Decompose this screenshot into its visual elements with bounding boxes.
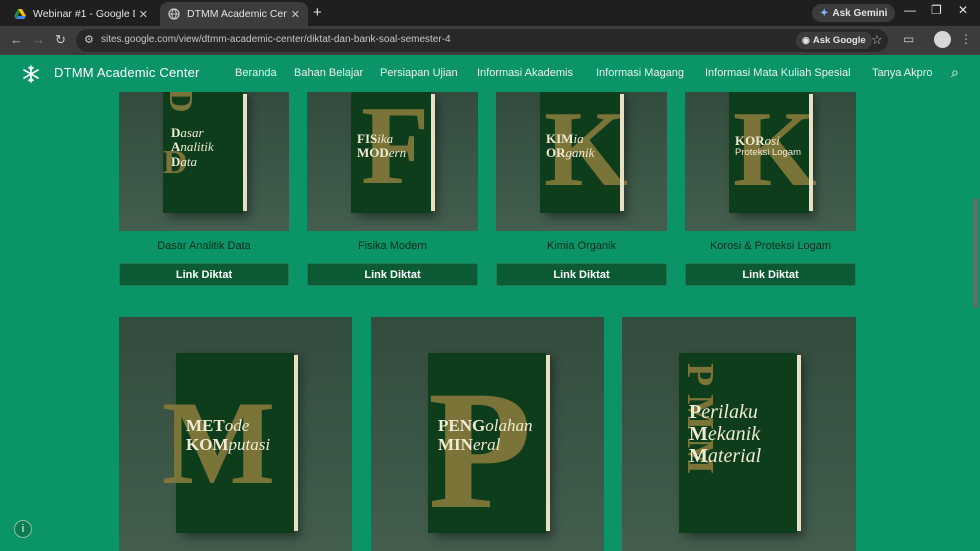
link-diktat-button[interactable]: Link Diktat [307,263,478,286]
tab-title: Webinar #1 - Google Drive [33,8,135,20]
book-caption: Korosi & Proteksi Logam [709,240,832,252]
cover-title: Perilaku Mekanik Material [689,401,762,467]
cover-title: METode KOMputasi [186,416,271,454]
browser-tab-strip: Webinar #1 - Google Drive ✕ DTMM Academi… [0,0,980,26]
nav-informasi-akademis[interactable]: Informasi Akademis [477,67,573,79]
nav-informasi-magang[interactable]: Informasi Magang [596,67,684,79]
cover-big-letter: D [162,92,199,107]
link-diktat-button[interactable]: Link Diktat [496,263,667,286]
book-image-metode-komputasi: M METode KOMputasi [119,317,352,551]
cover-title: KIMia ORganik [546,131,595,161]
profile-avatar[interactable] [934,31,951,48]
window-close-icon[interactable]: ✕ [958,3,968,17]
link-diktat-button[interactable]: Link Diktat [685,263,856,286]
back-arrow-icon[interactable]: ← [10,32,23,47]
info-icon[interactable]: i [14,520,32,538]
book-cover: M METode KOMputasi [162,353,298,533]
snowflake-logo-icon[interactable] [22,65,40,83]
lens-icon: ◉ [802,35,810,45]
link-diktat-button[interactable]: Link Diktat [119,263,289,286]
menu-kebab-icon[interactable]: ⋮ [960,32,972,46]
close-icon[interactable]: ✕ [139,8,148,21]
book-cover: F FISika MODern [351,92,435,213]
ask-gemini-button[interactable]: ✦ Ask Gemini [812,4,896,22]
site-title[interactable]: DTMM Academic Center [54,65,200,80]
address-bar[interactable]: ⚙ sites.google.com/view/dtmm-academic-ce… [76,29,888,52]
book-image-pengolahan-mineral: P PENGolahan MINeral [371,317,604,551]
url-text[interactable]: sites.google.com/view/dtmm-academic-cent… [101,34,451,45]
bookmark-star-icon[interactable]: ☆ [871,32,883,48]
nav-informasi-mata-kuliah-spesial[interactable]: Informasi Mata Kuliah Spesial [705,67,851,79]
nav-bahan-belajar[interactable]: Bahan Belajar [294,67,363,79]
book-image-dasar-analitik-data: D D Dasar Analitik Data [119,92,289,231]
book-image-perilaku-mekanik-material: PMM Perilaku Mekanik Material [622,317,856,551]
book-image-kimia-organik: K KIMia ORganik [496,92,667,231]
nav-persiapan-ujian[interactable]: Persiapan Ujian [380,67,458,79]
tab-google-drive[interactable]: Webinar #1 - Google Drive ✕ [6,2,156,26]
book-cover: D D Dasar Analitik Data [162,92,247,213]
minimize-icon[interactable]: — [904,3,916,17]
book-caption: Dasar Analitik Data [157,240,251,252]
scrollbar-track[interactable] [970,92,980,551]
gemini-sparkle-icon: ✦ [820,7,829,19]
forward-arrow-icon[interactable]: → [32,32,45,47]
book-cover: P PENGolahan MINeral [428,353,550,535]
book-caption: Kimia Organik [546,240,617,252]
book-cover: K KORosi Proteksi Logam [729,92,817,213]
tab-title: DTMM Academic Center - Diktat [187,8,287,20]
cover-title: PENGolahan MINeral [438,416,533,454]
maximize-icon[interactable]: ❐ [931,3,942,17]
scrollbar-thumb[interactable] [973,198,978,308]
book-cover: PMM Perilaku Mekanik Material [679,353,801,533]
site-info-icon[interactable]: ⚙ [84,33,94,46]
cover-title: KORosi Proteksi Logam [735,133,802,159]
ask-google-label: Ask Google [812,35,866,46]
book-caption: Fisika Modern [357,240,428,252]
cast-icon[interactable]: ▭ [903,32,914,46]
google-drive-icon [14,9,26,19]
nav-beranda[interactable]: Beranda [235,67,277,79]
book-cover: K KIMia ORganik [540,92,628,213]
nav-tanya-akpro[interactable]: Tanya Akpro [872,67,933,79]
site-header: DTMM Academic Center Beranda Bahan Belaj… [0,55,980,92]
cover-title: FISika MODern [357,131,407,161]
tab-dtmm-academic-center[interactable]: DTMM Academic Center - Diktat ✕ [160,2,308,26]
reload-icon[interactable]: ↻ [55,32,66,48]
new-tab-icon[interactable]: + [313,4,322,21]
ask-gemini-label: Ask Gemini [832,7,888,19]
browser-toolbar: ← → ↻ ⚙ sites.google.com/view/dtmm-acade… [0,26,980,55]
cover-title: Dasar Analitik Data [171,125,214,169]
page-favicon-icon [168,8,180,20]
search-icon[interactable]: ⌕ [951,64,959,81]
book-image-fisika-modern: F FISika MODern [307,92,478,231]
ask-google-button[interactable]: ◉ Ask Google [796,32,872,49]
book-image-korosi-proteksi-logam: K KORosi Proteksi Logam [685,92,856,231]
close-icon[interactable]: ✕ [291,8,300,21]
diktat-content: D D Dasar Analitik Data Dasar Analitik D… [0,92,980,551]
